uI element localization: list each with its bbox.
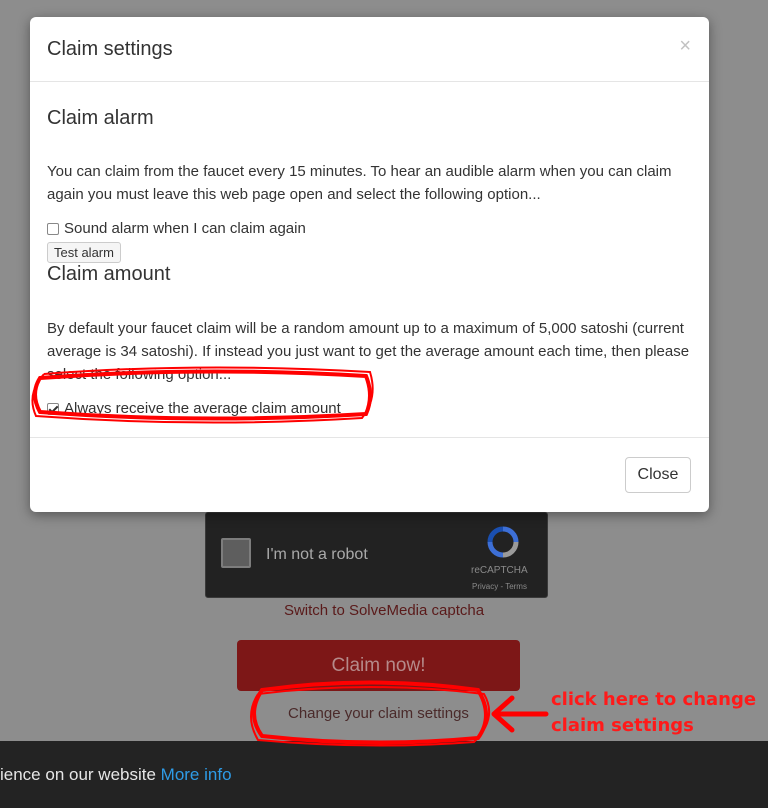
recaptcha-terms-link[interactable]: Privacy - Terms [472, 582, 527, 591]
close-button[interactable]: Close [625, 457, 691, 493]
recaptcha-brand: reCAPTCHA [471, 565, 528, 576]
annotation-line-2: claim settings [551, 715, 694, 736]
more-info-link[interactable]: More info [161, 765, 232, 784]
change-claim-settings-link[interactable]: Change your claim settings [288, 705, 469, 722]
cookie-bar: ience on our website More info [0, 741, 768, 808]
recaptcha-widget: I'm not a robot reCAPTCHA Privacy - Term… [205, 512, 548, 598]
annotation-line-1: click here to change [551, 689, 757, 710]
modal-title: Claim settings [47, 38, 173, 60]
recaptcha-checkbox[interactable] [221, 538, 251, 568]
sound-alarm-label: Sound alarm when I can claim again [64, 220, 306, 237]
sound-alarm-checkbox[interactable] [47, 222, 59, 235]
cookie-text: ience on our website More info [0, 765, 232, 784]
claim-amount-heading: Claim amount [47, 263, 171, 285]
claim-amount-text: By default your faucet claim will be a r… [47, 320, 690, 383]
average-claim-checkbox[interactable] [47, 402, 59, 415]
claim-alarm-text: You can claim from the faucet every 15 m… [47, 163, 672, 203]
recaptcha-logo-icon [487, 526, 519, 558]
close-icon[interactable]: × [679, 35, 691, 58]
sound-alarm-option[interactable]: Sound alarm when I can claim again [47, 220, 306, 237]
claim-now-button[interactable]: Claim now! [237, 640, 520, 691]
test-alarm-button[interactable]: Test alarm [47, 242, 121, 263]
claim-settings-modal: Claim settings × Claim alarm You can cla… [30, 17, 709, 512]
modal-header: Claim settings × [30, 17, 709, 82]
average-claim-option[interactable]: Always receive the average claim amount [47, 400, 341, 417]
recaptcha-label: I'm not a robot [266, 546, 368, 563]
claim-alarm-heading: Claim alarm [47, 107, 154, 129]
modal-footer: Close [30, 437, 709, 513]
annotation-text: click here to change claim settings [551, 687, 756, 739]
average-claim-label: Always receive the average claim amount [64, 400, 341, 417]
switch-captcha-link[interactable]: Switch to SolveMedia captcha [0, 602, 768, 619]
